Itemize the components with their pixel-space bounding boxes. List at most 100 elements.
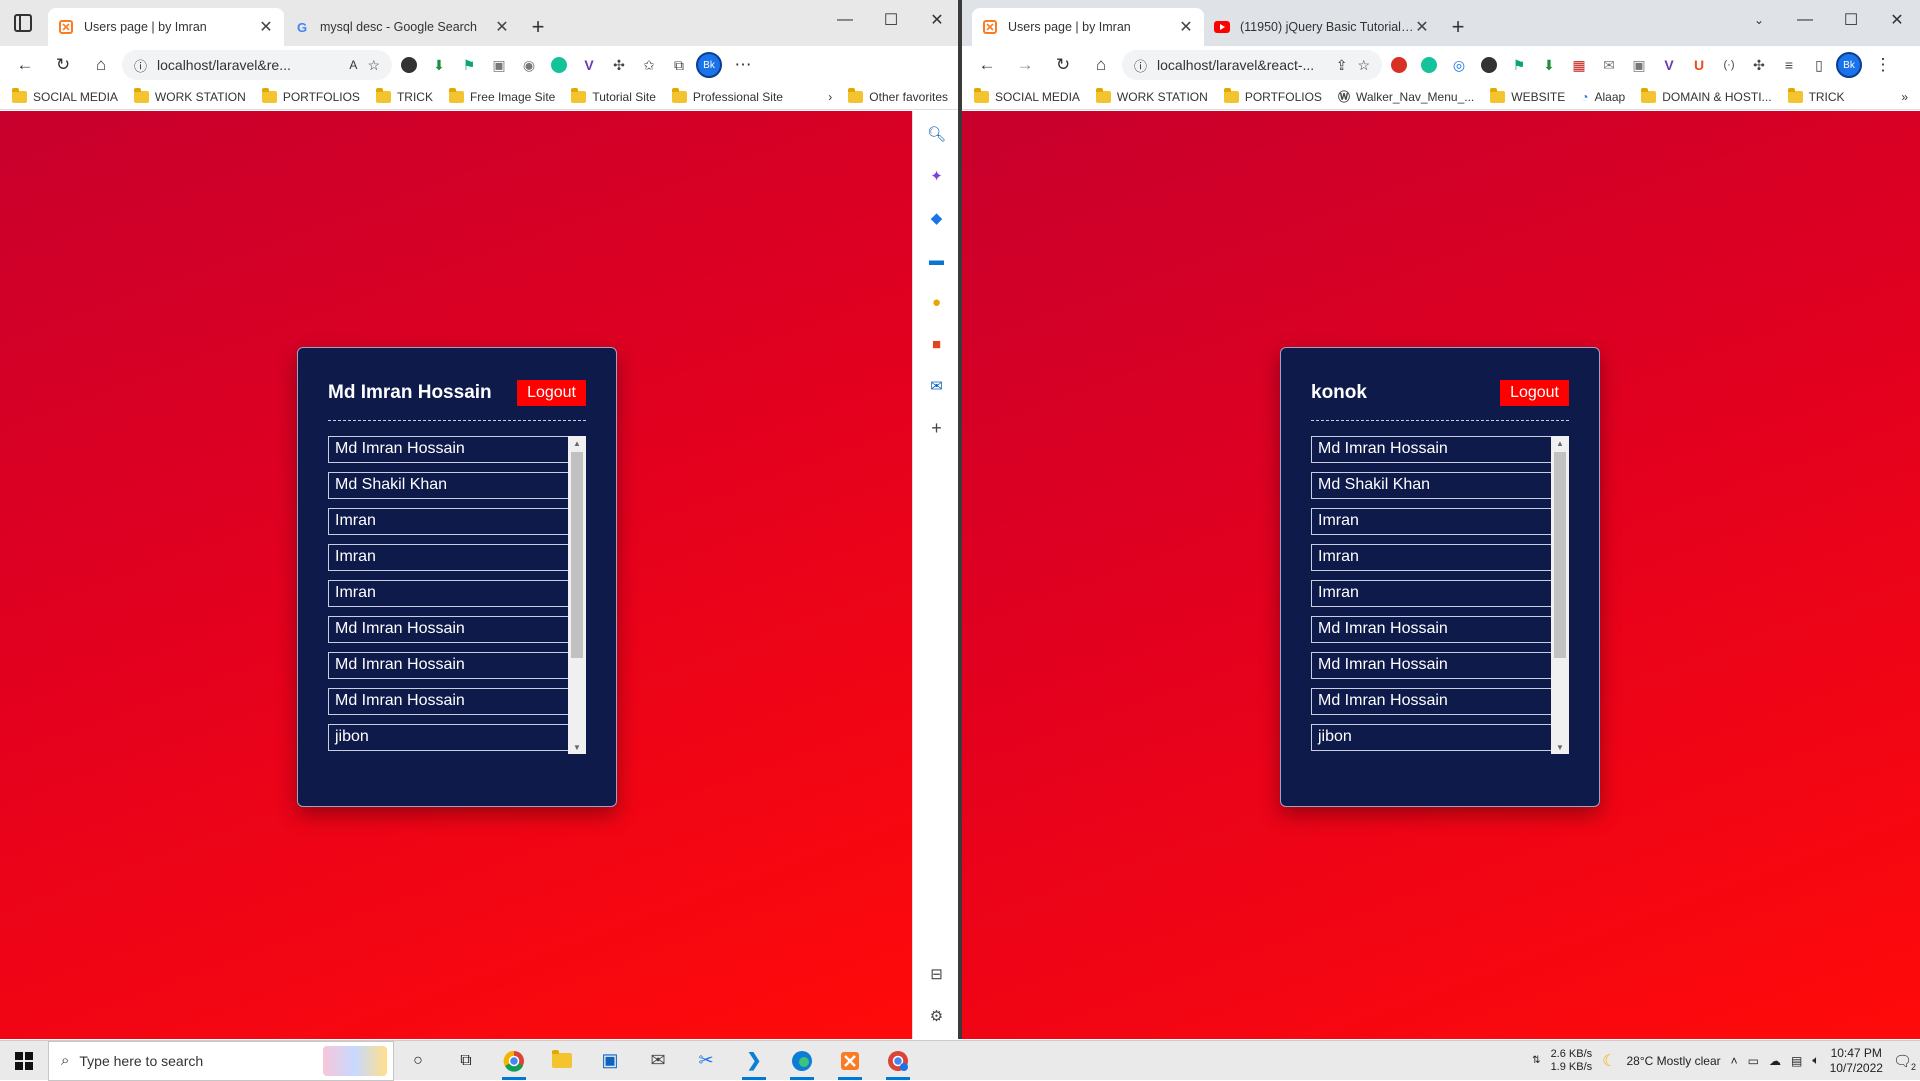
- bookmark-folder[interactable]: SOCIAL MEDIA: [974, 87, 1080, 104]
- mail-icon[interactable]: ✉: [634, 1041, 682, 1081]
- forward-button[interactable]: →: [1008, 50, 1042, 80]
- extension-camera-icon[interactable]: ◉: [516, 52, 542, 78]
- task-view-icon[interactable]: ⧉: [442, 1041, 490, 1081]
- scroll-up-icon[interactable]: ▲: [1551, 436, 1569, 450]
- outlook-icon[interactable]: ✉: [926, 375, 948, 397]
- start-button[interactable]: [0, 1041, 48, 1081]
- tab-users-page[interactable]: Users page | by Imran ✕: [48, 8, 284, 46]
- chrome-profile-taskbar-icon[interactable]: [874, 1041, 922, 1081]
- read-aloud-icon[interactable]: A: [349, 58, 357, 72]
- onedrive-cloud-icon[interactable]: ☁: [1769, 1054, 1781, 1068]
- minimize-button[interactable]: —: [1782, 0, 1828, 40]
- tab-search-icon[interactable]: ⌄: [1736, 0, 1782, 40]
- extension-download-icon[interactable]: ⬇: [1536, 52, 1562, 78]
- scrollbar[interactable]: ▲ ▼: [1551, 436, 1569, 754]
- extension-record-icon[interactable]: [1386, 52, 1412, 78]
- edge-taskbar-icon[interactable]: [778, 1041, 826, 1081]
- bookmark-folder[interactable]: SOCIAL MEDIA: [12, 87, 118, 104]
- reading-list-icon[interactable]: ≡: [1776, 52, 1802, 78]
- share-icon[interactable]: ⇪: [1336, 57, 1348, 74]
- extension-photo-icon[interactable]: ▣: [486, 52, 512, 78]
- extension-v-icon[interactable]: V: [576, 52, 602, 78]
- tab-actions-icon[interactable]: [14, 14, 32, 32]
- discover-sparkle-icon[interactable]: ✦: [926, 165, 948, 187]
- bookmark-folder[interactable]: PORTFOLIOS: [261, 87, 360, 104]
- network-icon[interactable]: ▤: [1791, 1054, 1802, 1068]
- new-tab-button[interactable]: +: [520, 8, 556, 46]
- tab-youtube[interactable]: (11950) jQuery Basic Tutorial (Ba... ✕: [1204, 8, 1440, 46]
- bookmark-link[interactable]: ◔ Alaap: [1581, 90, 1625, 104]
- clock[interactable]: 10:47 PM 10/7/2022: [1830, 1046, 1883, 1076]
- shopping-tag-icon[interactable]: ◆: [926, 207, 948, 229]
- grammarly-icon[interactable]: [546, 52, 572, 78]
- maximize-button[interactable]: ☐: [868, 0, 914, 40]
- extension-u-icon[interactable]: U: [1686, 52, 1712, 78]
- extension-code-icon[interactable]: (·): [1716, 52, 1742, 78]
- logout-button[interactable]: Logout: [1500, 380, 1569, 406]
- home-button[interactable]: ⌂: [1084, 50, 1118, 80]
- extensions-puzzle-icon[interactable]: ✣: [1746, 52, 1772, 78]
- bookmark-folder[interactable]: Professional Site: [671, 87, 783, 104]
- file-explorer-icon[interactable]: [538, 1041, 586, 1081]
- extension-calendar-icon[interactable]: ▦: [1566, 52, 1592, 78]
- extension-mail-icon[interactable]: ✉: [1596, 52, 1622, 78]
- extension-k-icon[interactable]: [1476, 52, 1502, 78]
- tools-briefcase-icon[interactable]: ▬: [926, 249, 948, 271]
- more-menu-icon[interactable]: ⋮: [1866, 50, 1900, 80]
- address-bar[interactable]: ⓘ localhost/laravel&re... A ☆: [122, 50, 392, 80]
- bookmark-folder[interactable]: Free Image Site: [448, 87, 555, 104]
- store-icon[interactable]: ▣: [586, 1041, 634, 1081]
- profile-avatar[interactable]: Bk: [1836, 52, 1862, 78]
- add-icon[interactable]: +: [926, 417, 948, 439]
- games-icon[interactable]: ●: [926, 291, 948, 313]
- side-panel-icon[interactable]: ▯: [1806, 52, 1832, 78]
- weather-moon-icon[interactable]: ☾: [1602, 1051, 1616, 1071]
- minimize-button[interactable]: —: [822, 0, 868, 40]
- office-icon[interactable]: ■: [926, 333, 948, 355]
- logout-button[interactable]: Logout: [517, 380, 586, 406]
- other-favorites[interactable]: Other favorites: [848, 87, 948, 104]
- extension-photo-icon[interactable]: ▣: [1626, 52, 1652, 78]
- snipping-tool-icon[interactable]: ✂: [682, 1041, 730, 1081]
- extensions-puzzle-icon[interactable]: ✣: [606, 52, 632, 78]
- tab-google-search[interactable]: G mysql desc - Google Search ✕: [284, 8, 520, 46]
- volume-icon[interactable]: 🔈︎: [1812, 1053, 1819, 1068]
- close-tab-icon[interactable]: ✕: [258, 17, 274, 37]
- favorite-star-icon[interactable]: ☆: [367, 57, 380, 74]
- collections-icon[interactable]: ⧉: [666, 52, 692, 78]
- info-icon[interactable]: ⓘ: [1134, 56, 1147, 75]
- gear-icon[interactable]: ⚙: [926, 1005, 948, 1027]
- scrollbar-thumb[interactable]: [1554, 452, 1566, 658]
- extension-flag-icon[interactable]: ⚑: [1506, 52, 1532, 78]
- bookmark-folder[interactable]: Tutorial Site: [571, 87, 656, 104]
- bookmark-link[interactable]: Ⓦ Walker_Nav_Menu_...: [1338, 88, 1474, 105]
- close-tab-icon[interactable]: ✕: [1414, 17, 1430, 37]
- scrollbar[interactable]: ▲ ▼: [568, 436, 586, 754]
- weather-text[interactable]: 28°C Mostly clear: [1626, 1054, 1720, 1068]
- back-button[interactable]: ←: [8, 50, 42, 80]
- extension-v-icon[interactable]: V: [1656, 52, 1682, 78]
- hide-sidebar-icon[interactable]: ⊟: [926, 963, 948, 985]
- scroll-down-icon[interactable]: ▼: [1551, 740, 1569, 754]
- extension-flag-icon[interactable]: ⚑: [456, 52, 482, 78]
- new-tab-button[interactable]: +: [1440, 8, 1476, 46]
- extension-download-icon[interactable]: ⬇: [426, 52, 452, 78]
- bookmark-folder[interactable]: WORK STATION: [1095, 87, 1208, 104]
- chevron-double-right-icon[interactable]: »: [1901, 90, 1908, 104]
- search-icon[interactable]: 🔍︎: [926, 123, 948, 145]
- reload-button[interactable]: ↻: [46, 50, 80, 80]
- favorites-icon[interactable]: ✩: [636, 52, 662, 78]
- chrome-taskbar-icon[interactable]: [490, 1041, 538, 1081]
- taskbar-search-box[interactable]: ⌕ Type here to search: [48, 1040, 394, 1081]
- extension-k-icon[interactable]: [396, 52, 422, 78]
- scroll-up-icon[interactable]: ▲: [568, 436, 586, 450]
- bookmark-folder[interactable]: PORTFOLIOS: [1223, 87, 1322, 104]
- bookmark-folder[interactable]: DOMAIN & HOSTI...: [1641, 87, 1772, 104]
- bookmark-folder[interactable]: WEBSITE: [1490, 87, 1565, 104]
- maximize-button[interactable]: ☐: [1828, 0, 1874, 40]
- address-bar[interactable]: ⓘ localhost/laravel&react-... ⇪ ☆: [1122, 50, 1382, 80]
- close-tab-icon[interactable]: ✕: [1178, 17, 1194, 37]
- home-button[interactable]: ⌂: [84, 50, 118, 80]
- close-window-button[interactable]: ✕: [1874, 0, 1920, 40]
- info-icon[interactable]: ⓘ: [134, 56, 147, 75]
